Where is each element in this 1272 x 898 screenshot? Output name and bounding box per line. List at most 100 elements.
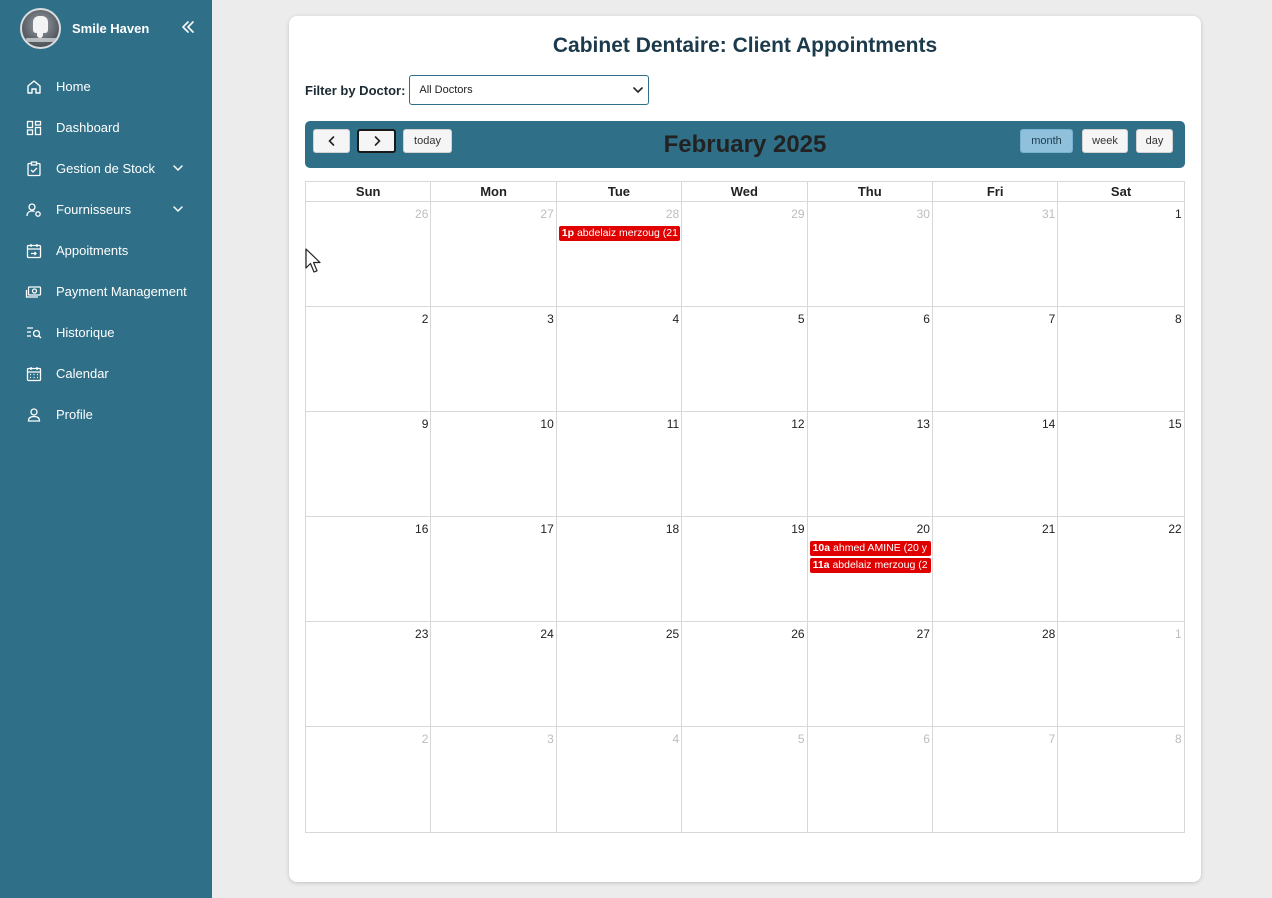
day-number[interactable]: 7: [1049, 732, 1056, 746]
calendar-event[interactable]: 1p abdelaiz merzoug (21: [558, 226, 680, 241]
calendar-day-cell[interactable]: 24: [431, 622, 557, 726]
calendar-day-cell[interactable]: 7: [933, 307, 1059, 411]
calendar-day-cell[interactable]: 23: [306, 622, 432, 726]
calendar-day-cell[interactable]: 19: [682, 517, 808, 621]
sidebar-item-profile[interactable]: Profile: [0, 394, 212, 435]
sidebar-item-appoitments[interactable]: Appoitments: [0, 230, 212, 271]
day-number[interactable]: 28: [666, 207, 679, 221]
calendar-day-cell[interactable]: 8: [1058, 307, 1183, 411]
day-number[interactable]: 4: [672, 312, 679, 326]
calendar-day-cell[interactable]: 4: [557, 727, 683, 832]
calendar-day-cell[interactable]: 17: [431, 517, 557, 621]
day-number[interactable]: 6: [923, 732, 930, 746]
sidebar-item-dashboard[interactable]: Dashboard: [0, 107, 212, 148]
day-number[interactable]: 21: [1042, 522, 1055, 536]
calendar-day-cell[interactable]: 7: [933, 727, 1059, 832]
calendar-day-cell[interactable]: 29: [682, 202, 808, 306]
calendar-event[interactable]: 11a abdelaiz merzoug (2: [809, 558, 931, 573]
day-number[interactable]: 24: [540, 627, 553, 641]
calendar-day-cell[interactable]: 5: [682, 727, 808, 832]
view-month-button[interactable]: month: [1020, 129, 1073, 153]
calendar-day-cell[interactable]: 3: [431, 307, 557, 411]
day-number[interactable]: 19: [791, 522, 804, 536]
doctor-select[interactable]: All Doctors: [409, 75, 650, 105]
day-number[interactable]: 26: [415, 207, 428, 221]
calendar-day-cell[interactable]: 12: [682, 412, 808, 516]
calendar-day-cell[interactable]: 1: [1058, 622, 1183, 726]
sidebar-item-fournisseurs[interactable]: Fournisseurs: [0, 189, 212, 230]
calendar-day-cell[interactable]: 4: [557, 307, 683, 411]
view-day-button[interactable]: day: [1136, 129, 1173, 153]
calendar-day-cell[interactable]: 9: [306, 412, 432, 516]
day-number[interactable]: 13: [917, 417, 930, 431]
day-number[interactable]: 5: [798, 732, 805, 746]
day-number[interactable]: 18: [666, 522, 679, 536]
day-number[interactable]: 26: [791, 627, 804, 641]
day-number[interactable]: 7: [1049, 312, 1056, 326]
day-number[interactable]: 30: [917, 207, 930, 221]
calendar-day-cell[interactable]: 13: [808, 412, 933, 516]
day-number[interactable]: 27: [540, 207, 553, 221]
day-number[interactable]: 17: [540, 522, 553, 536]
day-number[interactable]: 12: [791, 417, 804, 431]
sidebar-item-historique[interactable]: Historique: [0, 312, 212, 353]
day-number[interactable]: 16: [415, 522, 428, 536]
calendar-day-cell[interactable]: 18: [557, 517, 683, 621]
day-number[interactable]: 1: [1175, 207, 1182, 221]
calendar-day-cell[interactable]: 22: [1058, 517, 1183, 621]
calendar-day-cell[interactable]: 27: [808, 622, 933, 726]
day-number[interactable]: 2: [422, 732, 429, 746]
day-number[interactable]: 10: [540, 417, 553, 431]
day-number[interactable]: 29: [791, 207, 804, 221]
chevron-down-icon[interactable]: [171, 161, 185, 175]
calendar-day-cell[interactable]: 28 1p abdelaiz merzoug (21: [557, 202, 683, 306]
calendar-day-cell[interactable]: 10: [431, 412, 557, 516]
calendar-day-cell[interactable]: 2: [306, 307, 432, 411]
day-number[interactable]: 3: [547, 312, 554, 326]
calendar-day-cell[interactable]: 30: [808, 202, 933, 306]
calendar-day-cell[interactable]: 1: [1058, 202, 1183, 306]
day-number[interactable]: 22: [1168, 522, 1181, 536]
brand[interactable]: Smile Haven: [20, 8, 149, 49]
calendar-day-cell[interactable]: 2: [306, 727, 432, 832]
sidebar-item-calendar[interactable]: Calendar: [0, 353, 212, 394]
sidebar-item-gestion-de-stock[interactable]: Gestion de Stock: [0, 148, 212, 189]
day-number[interactable]: 5: [798, 312, 805, 326]
collapse-sidebar-icon[interactable]: [180, 19, 196, 35]
calendar-day-cell[interactable]: 20 10a ahmed AMINE (20 y 11a abdelaiz merz…: [808, 517, 933, 621]
calendar-day-cell[interactable]: 26: [682, 622, 808, 726]
calendar-day-cell[interactable]: 14: [933, 412, 1059, 516]
day-number[interactable]: 31: [1042, 207, 1055, 221]
day-number[interactable]: 28: [1042, 627, 1055, 641]
day-number[interactable]: 23: [415, 627, 428, 641]
next-button[interactable]: [357, 129, 396, 153]
calendar-day-cell[interactable]: 15: [1058, 412, 1183, 516]
day-number[interactable]: 6: [923, 312, 930, 326]
day-number[interactable]: 27: [917, 627, 930, 641]
day-number[interactable]: 1: [1175, 627, 1182, 641]
calendar-day-cell[interactable]: 21: [933, 517, 1059, 621]
day-number[interactable]: 8: [1175, 312, 1182, 326]
calendar-day-cell[interactable]: 11: [557, 412, 683, 516]
day-number[interactable]: 8: [1175, 732, 1182, 746]
day-number[interactable]: 25: [666, 627, 679, 641]
calendar-day-cell[interactable]: 6: [808, 727, 933, 832]
view-week-button[interactable]: week: [1082, 129, 1128, 153]
day-number[interactable]: 14: [1042, 417, 1055, 431]
day-number[interactable]: 11: [667, 417, 679, 431]
calendar-day-cell[interactable]: 3: [431, 727, 557, 832]
calendar-day-cell[interactable]: 6: [808, 307, 933, 411]
calendar-day-cell[interactable]: 28: [933, 622, 1059, 726]
calendar-day-cell[interactable]: 8: [1058, 727, 1183, 832]
day-number[interactable]: 15: [1168, 417, 1181, 431]
today-button[interactable]: today: [403, 129, 452, 153]
day-number[interactable]: 4: [672, 732, 679, 746]
prev-button[interactable]: [313, 129, 350, 153]
calendar-day-cell[interactable]: 16: [306, 517, 432, 621]
calendar-day-cell[interactable]: 27: [431, 202, 557, 306]
day-number[interactable]: 3: [547, 732, 554, 746]
day-number[interactable]: 9: [422, 417, 429, 431]
calendar-day-cell[interactable]: 25: [557, 622, 683, 726]
day-number[interactable]: 2: [422, 312, 429, 326]
calendar-day-cell[interactable]: 5: [682, 307, 808, 411]
